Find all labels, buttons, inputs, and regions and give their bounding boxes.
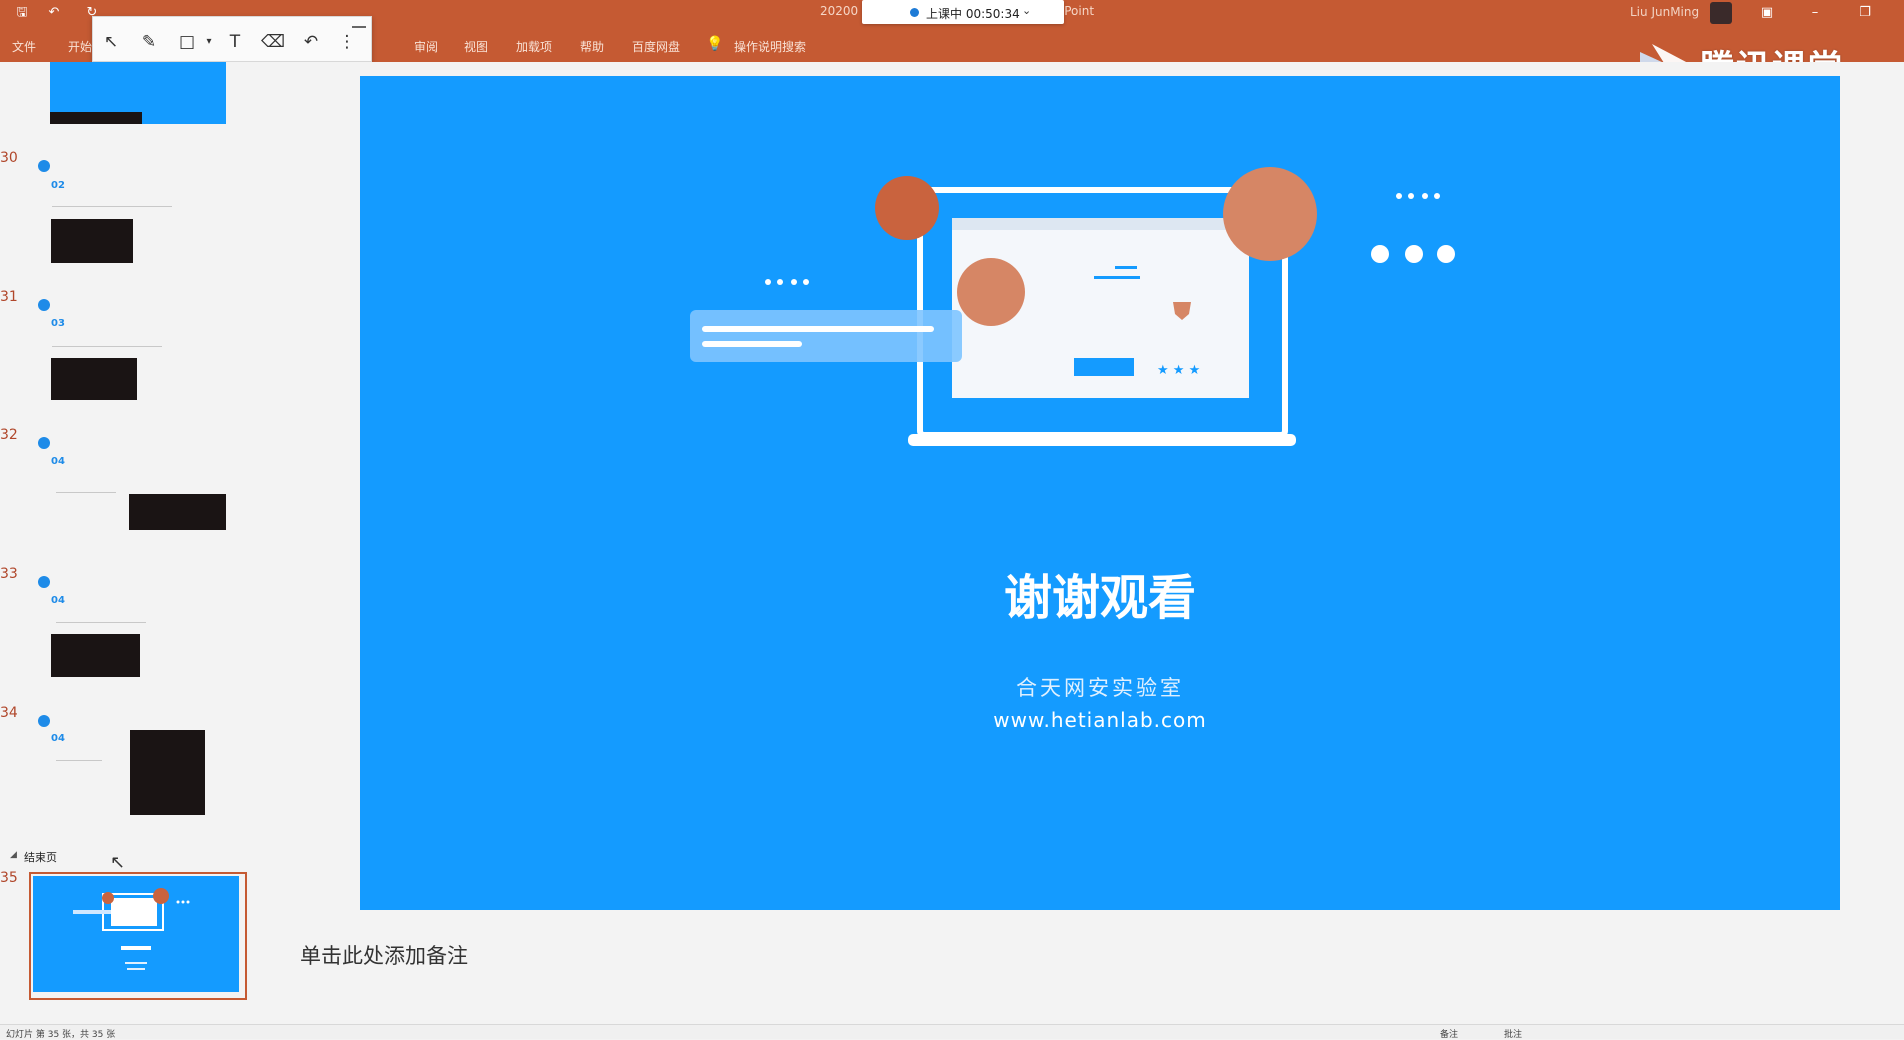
user-name[interactable]: Liu JunMing	[1630, 5, 1699, 19]
save-icon[interactable]: 🖫	[14, 5, 30, 21]
tell-me-search[interactable]: 操作说明搜索	[734, 38, 806, 55]
notes-placeholder[interactable]: 单击此处添加备注	[300, 940, 468, 970]
slide-number: 31	[0, 289, 18, 305]
ribbon-display-icon[interactable]: ▣	[1752, 3, 1782, 23]
logo-icon	[38, 299, 50, 311]
thumbnail-section: 04	[51, 456, 65, 467]
avatar[interactable]	[1710, 2, 1732, 24]
slide-title[interactable]: 谢谢观看	[360, 558, 1840, 628]
notes-toggle[interactable]: 备注	[1440, 1027, 1458, 1040]
logo-icon	[38, 160, 50, 172]
divider	[56, 622, 146, 623]
thumbnail-screenshot	[51, 219, 133, 263]
minimize-icon[interactable]: –	[1800, 3, 1830, 23]
logo-icon	[38, 715, 50, 727]
status-bar	[0, 1024, 1904, 1039]
tab-file[interactable]: 文件	[12, 38, 36, 55]
slide-count: 幻灯片 第 35 张，共 35 张	[6, 1030, 116, 1040]
logo-icon	[38, 576, 50, 588]
lightbulb-icon: 💡	[706, 36, 724, 52]
undo-icon[interactable]: ↶	[46, 5, 62, 21]
toolbar-minimize-icon[interactable]	[352, 18, 366, 28]
logo-icon	[38, 437, 50, 449]
thumbnail-screenshot	[51, 634, 140, 677]
pointer-icon[interactable]: ↖	[98, 30, 124, 54]
divider	[56, 492, 116, 493]
chevron-down-icon[interactable]: ⌄	[1022, 4, 1031, 17]
more-icon[interactable]: ⋮	[334, 30, 360, 54]
slide-url[interactable]: www.hetianlab.com	[360, 708, 1840, 732]
collapse-caret-icon[interactable]: ◢	[10, 850, 17, 860]
svg-text:★ ★ ★: ★ ★ ★	[1157, 363, 1200, 378]
chevron-down-icon[interactable]: ▾	[196, 30, 222, 54]
undo-icon[interactable]: ↶	[298, 30, 324, 54]
divider	[52, 346, 162, 347]
thumbnail-35-art	[73, 888, 190, 970]
text-icon[interactable]: T	[222, 30, 248, 54]
thumbnail-29[interactable]	[50, 62, 142, 112]
thumbnail-screenshot	[51, 358, 137, 400]
slide-number: 35	[0, 870, 18, 886]
tab-review[interactable]: 审阅	[414, 38, 438, 55]
thumbnail-29-right[interactable]	[142, 62, 226, 124]
pen-icon[interactable]: ✎	[136, 30, 162, 54]
tab-help[interactable]: 帮助	[580, 38, 604, 55]
tab-addins[interactable]: 加载项	[516, 38, 552, 55]
thumbnail-screenshot	[130, 730, 205, 815]
thumbnail-section: 04	[51, 595, 65, 606]
document-title: 20200	[820, 4, 859, 18]
slide-number: 34	[0, 705, 18, 721]
divider	[56, 760, 102, 761]
comments-toggle[interactable]: 批注	[1504, 1027, 1522, 1040]
thumbnail-section: 03	[51, 318, 65, 329]
slide-number: 30	[0, 150, 18, 166]
tab-view[interactable]: 视图	[464, 38, 488, 55]
live-class-timer: 上课中 00:50:34	[926, 7, 1020, 21]
section-label[interactable]: 结束页	[24, 849, 57, 865]
thumbnail-section: 02	[51, 180, 65, 191]
thumbnail-section: 04	[51, 733, 65, 744]
slide-number: 32	[0, 427, 18, 443]
eraser-icon[interactable]: ⌫	[260, 30, 286, 54]
divider	[52, 206, 172, 207]
slide-illustration: ★ ★ ★	[690, 167, 1455, 446]
slide-number: 33	[0, 566, 18, 582]
thumbnail-screenshot	[129, 494, 226, 530]
mouse-cursor-icon: ↖	[110, 852, 126, 873]
restore-icon[interactable]: ❐	[1850, 3, 1880, 23]
slide-subtitle[interactable]: 合天网安实验室	[360, 672, 1840, 702]
live-dot-icon	[910, 8, 919, 17]
tab-home[interactable]: 开始	[68, 38, 92, 55]
thumbnail-29-dark	[50, 112, 142, 124]
tab-baidu-netdisk[interactable]: 百度网盘	[632, 38, 680, 55]
